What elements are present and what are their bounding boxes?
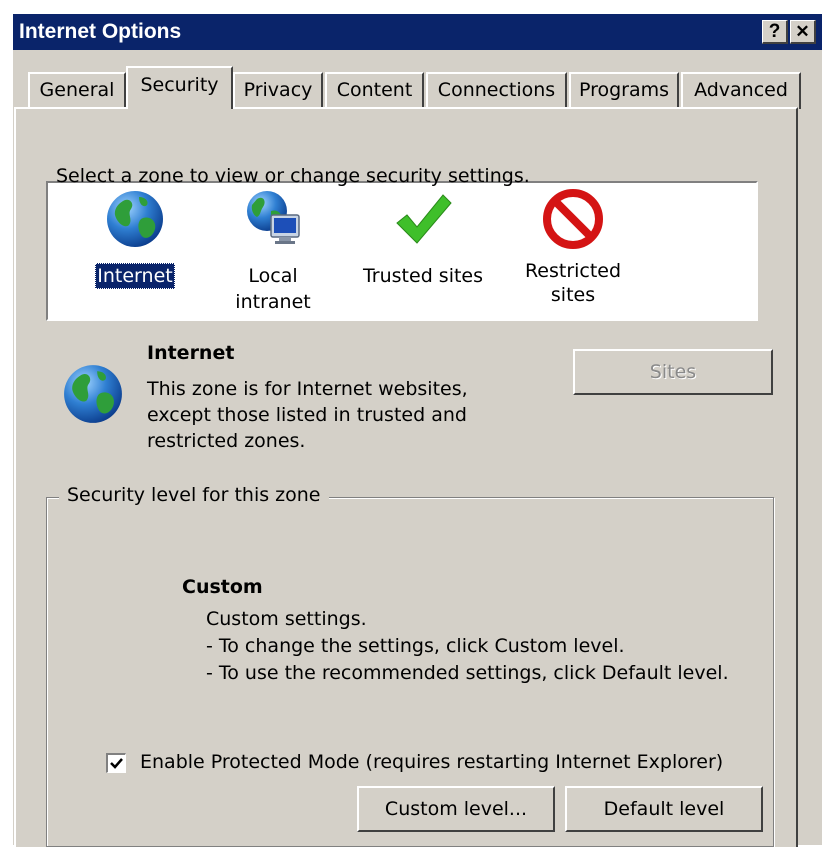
zone-list: Internet Local intranet Trusted sites Re… (46, 181, 758, 321)
sites-button[interactable]: Sites (573, 349, 773, 395)
tab-connections[interactable]: Connections (426, 72, 567, 109)
zone-internet[interactable]: Internet (70, 189, 200, 289)
zone-label: Restricted sites (524, 260, 622, 306)
zone-info-description: This zone is for Internet websites, exce… (147, 376, 468, 454)
custom-level-button[interactable]: Custom level... (357, 786, 555, 832)
tab-general[interactable]: General (28, 72, 126, 109)
tab-programs[interactable]: Programs (569, 72, 679, 109)
protected-mode-label[interactable]: Enable Protected Mode (requires restarti… (140, 751, 723, 773)
tab-privacy[interactable]: Privacy (233, 72, 323, 109)
zone-restricted-sites[interactable]: Restricted sites (508, 189, 638, 307)
close-button[interactable]: ✕ (790, 20, 816, 44)
globe-icon (62, 363, 124, 425)
security-level-description: Custom settings. - To change the setting… (206, 606, 729, 687)
zone-prompt: Select a zone to view or change security… (56, 165, 530, 187)
checkmark-icon (393, 189, 453, 249)
tab-content[interactable]: Content (325, 72, 424, 109)
zone-info-line: This zone is for Internet websites, (147, 378, 468, 400)
zone-label: Trusted sites (362, 265, 484, 287)
security-level-line: - To use the recommended settings, click… (206, 662, 729, 684)
zone-label: Local intranet (235, 265, 311, 313)
globe-icon (105, 189, 165, 249)
zone-label: Internet (95, 263, 175, 289)
security-level-line: - To change the settings, click Custom l… (206, 635, 625, 657)
window-title: Internet Options (19, 20, 182, 43)
zone-local-intranet[interactable]: Local intranet (208, 189, 338, 315)
intranet-icon (243, 189, 303, 249)
security-level-group-title: Security level for this zone (59, 484, 329, 506)
help-button[interactable]: ? (762, 20, 788, 44)
zone-info-line: except those listed in trusted and (147, 404, 467, 426)
security-level-name: Custom (182, 576, 263, 598)
zone-info-line: restricted zones. (147, 430, 306, 452)
restricted-icon (543, 189, 603, 249)
default-level-button[interactable]: Default level (565, 786, 763, 832)
title-bar[interactable]: Internet Options ? ✕ (13, 14, 822, 50)
protected-mode-checkbox[interactable] (106, 753, 126, 773)
zone-info-title: Internet (147, 342, 235, 364)
zone-trusted-sites[interactable]: Trusted sites (358, 189, 488, 289)
tab-security[interactable]: Security (126, 66, 233, 109)
tab-advanced[interactable]: Advanced (681, 72, 801, 109)
check-icon (110, 758, 123, 769)
security-level-line: Custom settings. (206, 608, 367, 630)
